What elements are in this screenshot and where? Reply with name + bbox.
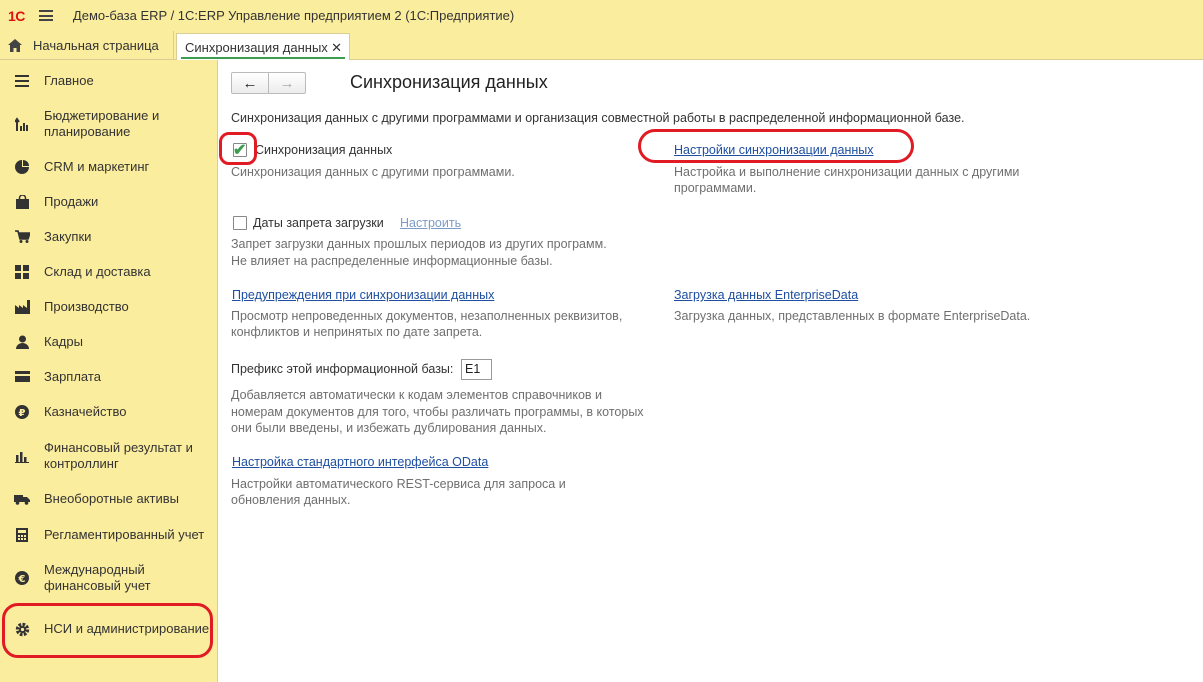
wallet-icon xyxy=(14,369,30,385)
sidebar-item-production[interactable]: Производство xyxy=(0,298,218,315)
sync-settings-hint-1: Настройка и выполнение синхронизации дан… xyxy=(674,165,1020,179)
history-navigation: ← → xyxy=(231,72,306,94)
sidebar-item-label: Внеоборотные активы xyxy=(44,490,180,506)
sync-hint: Синхронизация данных с другими программа… xyxy=(231,165,515,179)
tab-sync-label: Синхронизация данных xyxy=(185,39,328,55)
app-logo: 1С xyxy=(8,7,25,24)
sidebar-item-label: Производство xyxy=(44,298,129,314)
sidebar-item-purchases[interactable]: Закупки xyxy=(0,228,218,245)
ban-dates-checkbox[interactable] xyxy=(233,216,247,230)
tab-sync[interactable]: Синхронизация данных ✕ xyxy=(176,33,350,60)
ruble-icon: ₽ xyxy=(14,404,30,420)
sidebar-item-ifrs[interactable]: € Международный финансовый учет xyxy=(0,561,218,595)
forward-arrow-icon[interactable]: → xyxy=(269,73,305,93)
tab-home[interactable]: Начальная страница xyxy=(0,31,174,60)
sidebar-item-label: Зарплата xyxy=(44,368,101,384)
bar-chart-icon xyxy=(14,448,30,464)
title-bar: 1С Демо-база ERP / 1С:ERP Управление пре… xyxy=(0,0,1203,31)
sync-settings-link[interactable]: Настройки синхронизации данных xyxy=(674,143,874,157)
prefix-input[interactable]: E1 xyxy=(461,359,492,380)
sidebar-item-hr[interactable]: Кадры xyxy=(0,333,218,350)
person-icon xyxy=(14,334,30,350)
sidebar-item-main[interactable]: Главное xyxy=(0,72,218,89)
factory-icon xyxy=(14,299,30,315)
checkmark-icon: ✔ xyxy=(233,142,247,159)
svg-text:€: € xyxy=(18,574,26,585)
prefix-hint-3: они были введены, и избежать дублировани… xyxy=(231,421,547,435)
sidebar-item-label: Международный финансовый учет xyxy=(44,562,151,593)
sidebar-item-regulated-accounting[interactable]: Регламентированный учет xyxy=(0,526,218,543)
sidebar-item-financial-result[interactable]: Финансовый результат и контроллинг xyxy=(0,439,218,473)
prefix-label: Префикс этой информационной базы: xyxy=(231,362,454,376)
sidebar-item-budgeting[interactable]: Бюджетирование и планирование xyxy=(0,107,218,141)
ban-dates-configure-link[interactable]: Настроить xyxy=(400,216,461,230)
enterprise-data-link[interactable]: Загрузка данных EnterpriseData xyxy=(674,288,858,302)
odata-hint-2: обновления данных. xyxy=(231,493,351,507)
sidebar-item-label: Регламентированный учет xyxy=(44,526,205,542)
page-description: Синхронизация данных с другими программа… xyxy=(231,111,965,125)
svg-text:₽: ₽ xyxy=(19,408,26,419)
calculator-icon xyxy=(14,527,30,543)
sidebar-item-label: Склад и доставка xyxy=(44,263,151,279)
sidebar-item-sales[interactable]: Продажи xyxy=(0,193,218,210)
sidebar-item-label: Казначейство xyxy=(44,403,127,419)
prefix-hint-1: Добавляется автоматически к кодам элемен… xyxy=(231,388,603,402)
gear-icon xyxy=(14,621,30,637)
sidebar-item-label: Продажи xyxy=(44,193,99,209)
sidebar-item-label: Финансовый результат и контроллинг xyxy=(44,440,193,471)
budget-icon xyxy=(14,116,30,132)
sidebar: Главное Бюджетирование и планирование CR… xyxy=(0,60,218,682)
active-tab-underline xyxy=(181,57,345,59)
sidebar-item-treasury[interactable]: ₽ Казначейство xyxy=(0,403,218,420)
ban-dates-hint-2: Не влияет на распределенные информационн… xyxy=(231,254,553,268)
bag-icon xyxy=(14,194,30,210)
ban-dates-hint-1: Запрет загрузки данных прошлых периодов … xyxy=(231,237,607,251)
sidebar-item-label: Кадры xyxy=(44,333,83,349)
cart-icon xyxy=(14,229,30,245)
sidebar-item-label: НСИ и администрирование xyxy=(44,621,210,636)
close-icon[interactable]: ✕ xyxy=(331,40,342,56)
sidebar-item-label: Бюджетирование и планирование xyxy=(44,108,160,139)
home-icon xyxy=(8,39,22,52)
sync-warnings-hint-1: Просмотр непроведенных документов, незап… xyxy=(231,309,623,323)
odata-settings-link[interactable]: Настройка стандартного интерфейса OData xyxy=(232,455,488,469)
pie-icon xyxy=(14,159,30,175)
tab-bar: Начальная страница Синхронизация данных … xyxy=(0,31,1203,60)
back-arrow-icon[interactable]: ← xyxy=(232,73,269,93)
sidebar-item-crm[interactable]: CRM и маркетинг xyxy=(0,158,218,175)
sync-warnings-link[interactable]: Предупреждения при синхронизации данных xyxy=(232,288,494,302)
menu-icon xyxy=(14,73,30,89)
sync-label[interactable]: Синхронизация данных xyxy=(255,143,392,157)
page-title: Синхронизация данных xyxy=(350,72,548,92)
sidebar-item-administration[interactable]: НСИ и администрирование xyxy=(0,612,218,646)
warehouse-icon xyxy=(14,264,30,280)
enterprise-data-hint: Загрузка данных, представленных в формат… xyxy=(674,309,1031,323)
prefix-hint-2: номерам документов для того, чтобы разли… xyxy=(231,405,644,419)
odata-hint-1: Настройки автоматического REST-сервиса д… xyxy=(231,477,566,491)
sidebar-item-label: Главное xyxy=(44,72,94,88)
sidebar-item-salary[interactable]: Зарплата xyxy=(0,368,218,385)
euro-icon: € xyxy=(14,570,30,586)
sync-warnings-hint-2: конфликтов и непринятых по дате запрета. xyxy=(231,325,483,339)
window-title: Демо-база ERP / 1С:ERP Управление предпр… xyxy=(72,8,515,23)
tab-home-label: Начальная страница xyxy=(33,38,159,53)
truck-icon xyxy=(14,491,30,507)
sidebar-item-warehouse[interactable]: Склад и доставка xyxy=(0,263,218,280)
sidebar-item-label: CRM и маркетинг xyxy=(44,158,150,174)
sync-settings-hint-2: программами. xyxy=(674,181,757,195)
ban-dates-label[interactable]: Даты запрета загрузки xyxy=(253,216,384,230)
sidebar-item-label: Закупки xyxy=(44,228,92,244)
main-menu-icon[interactable] xyxy=(38,10,53,21)
sync-checkbox[interactable]: ✔ xyxy=(233,142,247,159)
sidebar-item-fixed-assets[interactable]: Внеоборотные активы xyxy=(0,490,218,507)
main-content: ← → Синхронизация данных Синхронизация д… xyxy=(219,60,1203,682)
